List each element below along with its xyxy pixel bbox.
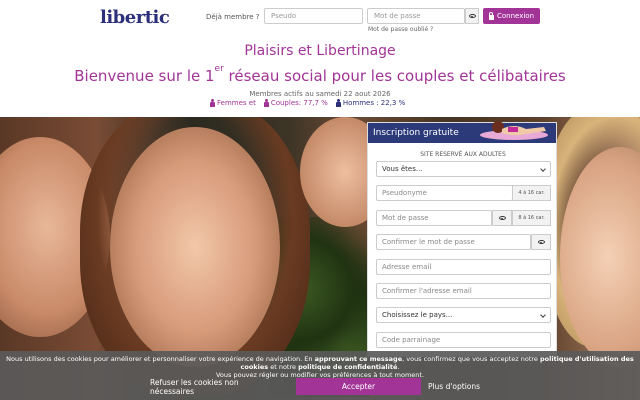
login-button[interactable]: Connexion bbox=[483, 8, 540, 24]
logo-text: libertic bbox=[100, 7, 170, 28]
cookie-message: Nous utilisons des cookies pour améliore… bbox=[4, 355, 636, 379]
pseudonym-input[interactable]: Pseudonyme bbox=[376, 185, 513, 201]
cookie-text-5: et notre bbox=[268, 363, 299, 371]
cookie-text-3: , vous confirmez que vous acceptez notre bbox=[402, 355, 540, 363]
you-are-select[interactable]: Vous êtes... bbox=[376, 161, 551, 177]
site-logo[interactable]: libertic bbox=[100, 7, 170, 28]
stat-couples: Couples: 77,7 % bbox=[263, 99, 328, 107]
show-password-toggle[interactable] bbox=[492, 210, 512, 226]
adults-only-label: SITE RESERVÉ AUX ADULTES bbox=[420, 151, 506, 158]
already-member-label: Déjà membre ? bbox=[206, 13, 260, 21]
cookie-text-2: approuvant ce message bbox=[314, 355, 403, 363]
eye-icon bbox=[498, 216, 506, 220]
cookie-text-7: . bbox=[397, 363, 400, 371]
eye-icon bbox=[537, 240, 545, 244]
subtitle-post: réseau social pour les couples et céliba… bbox=[223, 67, 566, 85]
more-options-button[interactable]: Plus d'options bbox=[420, 378, 488, 395]
stat-women: Femmes et bbox=[210, 99, 256, 107]
woman-face-center bbox=[110, 127, 280, 367]
country-select[interactable]: Choisissez le pays... bbox=[376, 307, 551, 323]
privacy-policy-link[interactable]: politique de confidentialité bbox=[298, 363, 397, 371]
woman-icon bbox=[210, 99, 215, 107]
show-confirm-password-toggle[interactable] bbox=[531, 234, 551, 250]
cookie-text-1: Nous utilisons des cookies pour améliore… bbox=[6, 355, 315, 363]
email-field[interactable]: Adresse email bbox=[376, 259, 551, 275]
referral-code-field[interactable]: Code parrainage bbox=[376, 332, 551, 348]
stat-men: Hommes : 22,3 % bbox=[335, 99, 406, 107]
stat-couples-label: Couples: 77,7 % bbox=[270, 99, 328, 107]
confirm-password-field[interactable]: Confirmer le mot de passe bbox=[376, 234, 531, 250]
pseudo-length-hint: 4 à 16 car. bbox=[512, 185, 551, 201]
eye-icon bbox=[468, 14, 476, 18]
stat-women-label: Femmes et bbox=[217, 99, 256, 107]
show-password-button[interactable] bbox=[465, 8, 479, 24]
members-stats: Femmes et Couples: 77,7 % Hommes : 22,3 … bbox=[210, 99, 409, 107]
password-field[interactable]: Mot de passe bbox=[376, 210, 492, 226]
page-title: Plaisirs et Libertinage bbox=[244, 43, 396, 59]
lingerie-woman-icon bbox=[480, 121, 548, 140]
password-length-hint: 8 à 16 car. bbox=[512, 210, 551, 226]
page-subtitle: Bienvenue sur le 1er réseau social pour … bbox=[0, 64, 640, 85]
top-bar: libertic Déjà membre ? Pseudo Mot de pas… bbox=[0, 0, 640, 34]
registration-panel: Inscription gratuite SITE RESERVÉ AUX AD… bbox=[367, 121, 557, 357]
woman-icon bbox=[263, 99, 269, 107]
refuse-cookies-button[interactable]: Refuser les cookies non nécessaires bbox=[150, 378, 270, 396]
password-input[interactable]: Mot de passe bbox=[367, 8, 465, 24]
man-icon bbox=[335, 99, 341, 107]
login-label: Connexion bbox=[496, 12, 535, 20]
stat-men-label: Hommes : 22,3 % bbox=[342, 99, 406, 107]
subtitle-sup: er bbox=[214, 64, 224, 74]
members-active: Membres actifs au samedi 22 aout 2026 bbox=[249, 90, 391, 98]
lock-icon bbox=[488, 11, 494, 20]
subtitle-pre: Bienvenue sur le 1 bbox=[74, 67, 215, 85]
pseudo-input[interactable]: Pseudo bbox=[264, 8, 363, 24]
confirm-email-field[interactable]: Confirmer l'adresse email bbox=[376, 283, 551, 299]
accept-cookies-button[interactable]: Accepter bbox=[296, 378, 421, 395]
forgot-password-link[interactable]: Mot de passe oublié ? bbox=[368, 26, 433, 33]
